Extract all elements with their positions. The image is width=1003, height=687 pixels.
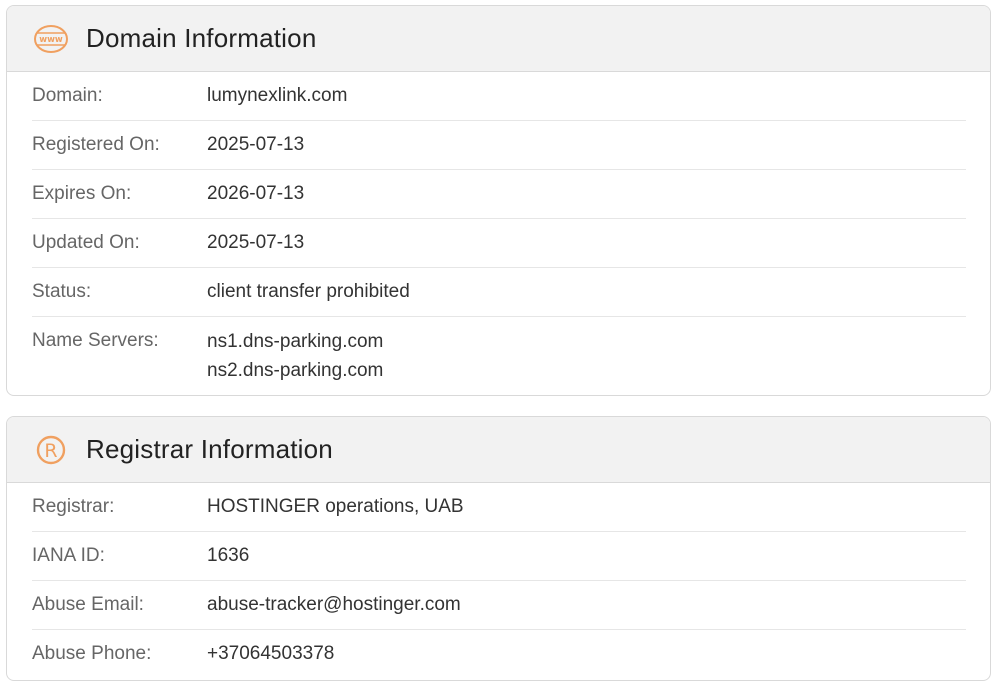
registrar-row: Registrar: HOSTINGER operations, UAB	[32, 483, 966, 532]
row-value: 2025-07-13	[207, 134, 305, 155]
row-label: Name Servers:	[32, 330, 159, 351]
row-value: abuse-tracker@hostinger.com	[207, 594, 461, 615]
domain-row: Domain: lumynexlink.com	[32, 72, 966, 121]
row-label: Domain:	[32, 85, 103, 106]
row-value: HOSTINGER operations, UAB	[207, 496, 464, 517]
row-value: 2026-07-13	[207, 183, 305, 204]
status-row: Status: client transfer prohibited	[32, 268, 966, 317]
row-label: Registered On:	[32, 134, 160, 155]
row-value: 2025-07-13	[207, 232, 305, 253]
row-value: +37064503378	[207, 643, 335, 664]
expires-on-row: Expires On: 2026-07-13	[32, 170, 966, 219]
svg-text:R: R	[44, 440, 57, 462]
row-value: client transfer prohibited	[207, 281, 410, 302]
row-value: 1636	[207, 545, 250, 566]
row-label: Expires On:	[32, 183, 132, 204]
www-globe-icon: www	[33, 21, 69, 57]
row-label: Registrar:	[32, 496, 115, 517]
name-server-item: ns2.dns-parking.com	[207, 360, 384, 381]
iana-id-row: IANA ID: 1636	[32, 532, 966, 581]
abuse-phone-row: Abuse Phone: +37064503378	[32, 630, 966, 679]
row-label: IANA ID:	[32, 545, 105, 566]
domain-information-header: www Domain Information	[7, 6, 990, 72]
row-value: lumynexlink.com	[207, 85, 348, 106]
domain-information-card: www Domain Information Domain: lumynexli…	[6, 5, 991, 396]
registrar-information-title: Registrar Information	[86, 434, 333, 464]
row-label: Status:	[32, 281, 92, 302]
registrar-information-card: R Registrar Information Registrar: HOSTI…	[6, 416, 991, 681]
svg-text:www: www	[39, 35, 63, 45]
domain-information-title: Domain Information	[86, 23, 317, 53]
name-servers-list: ns1.dns-parking.com ns2.dns-parking.com	[207, 330, 383, 385]
name-server-item: ns1.dns-parking.com	[207, 331, 384, 352]
row-label: Abuse Phone:	[32, 643, 152, 664]
row-label: Updated On:	[32, 232, 140, 253]
registered-on-row: Registered On: 2025-07-13	[32, 121, 966, 170]
registrar-information-rows: Registrar: HOSTINGER operations, UAB IAN…	[7, 483, 990, 679]
domain-information-rows: Domain: lumynexlink.com Registered On: 2…	[7, 72, 990, 393]
registrar-information-header: R Registrar Information	[7, 417, 990, 483]
abuse-email-row: Abuse Email: abuse-tracker@hostinger.com	[32, 581, 966, 630]
registered-icon: R	[33, 432, 69, 468]
name-servers-row: Name Servers: ns1.dns-parking.com ns2.dn…	[32, 317, 966, 393]
row-label: Abuse Email:	[32, 594, 144, 615]
updated-on-row: Updated On: 2025-07-13	[32, 219, 966, 268]
